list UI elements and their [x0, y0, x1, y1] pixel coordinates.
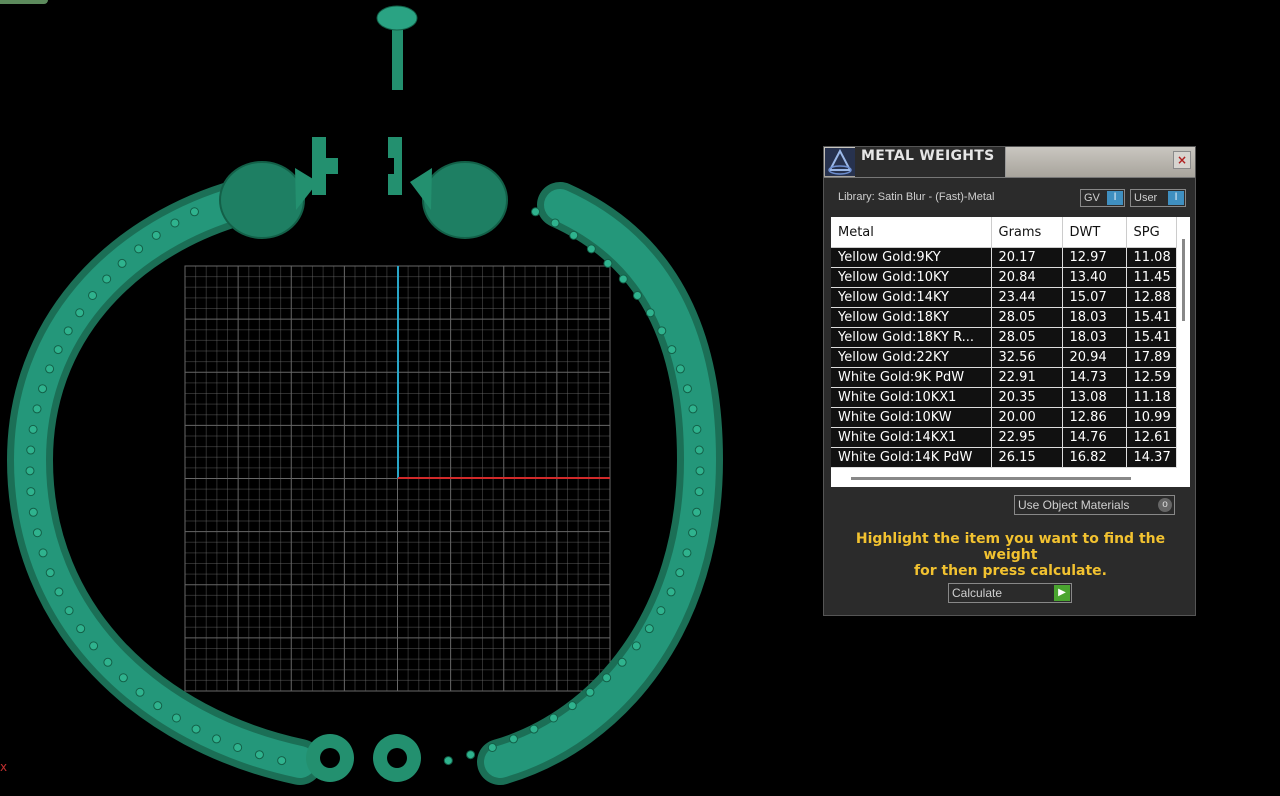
cell-spg: 11.18: [1126, 387, 1177, 408]
gv-toggle-indicator-icon: ǀ: [1107, 191, 1123, 205]
axis-origin-marker: x: [0, 760, 8, 774]
cell-spg: 12.88: [1126, 287, 1177, 308]
library-label: Library: Satin Blur - (Fast)-Metal: [838, 191, 995, 203]
cell-dwt: 12.86: [1062, 407, 1127, 428]
cell-spg: 14.37: [1126, 447, 1177, 468]
table-row[interactable]: White Gold:9K PdW 22.91 14.73 12.59: [831, 367, 1177, 388]
cell-metal: White Gold:9K PdW: [831, 367, 992, 388]
cell-grams: 20.35: [991, 387, 1063, 408]
cell-grams: 20.00: [991, 407, 1063, 428]
cell-metal: White Gold:14KX1: [831, 427, 992, 448]
cell-grams: 28.05: [991, 327, 1063, 348]
cell-metal: Yellow Gold:10KY: [831, 267, 992, 288]
header-grams[interactable]: Grams: [991, 217, 1063, 248]
table-row[interactable]: White Gold:10KX1 20.35 13.08 11.18: [831, 387, 1177, 408]
gv-toggle-label: GV: [1084, 192, 1100, 204]
panel-title-tab: METAL WEIGHTS: [855, 147, 1006, 177]
cell-spg: 12.61: [1126, 427, 1177, 448]
table-header-row: Metal Grams DWT SPG: [831, 217, 1177, 248]
vertical-scrollbar[interactable]: [1182, 239, 1185, 321]
table-row[interactable]: Yellow Gold:18KY 28.05 18.03 15.41: [831, 307, 1177, 328]
help-text-line-2: for then press calculate.: [913, 563, 1107, 579]
cell-metal: White Gold:14K PdW: [831, 447, 992, 468]
horizontal-scrollbar[interactable]: [851, 477, 1131, 480]
cell-grams: 20.17: [991, 247, 1063, 268]
cell-spg: 15.41: [1126, 327, 1177, 348]
help-text-line-1: Highlight the item you want to find the …: [855, 531, 1166, 563]
viewport-scene: [6, 5, 724, 785]
cell-dwt: 14.76: [1062, 427, 1127, 448]
user-toggle-indicator-icon: ǀ: [1168, 191, 1184, 205]
cell-dwt: 18.03: [1062, 327, 1127, 348]
materials-indicator-icon: o: [1158, 498, 1172, 512]
header-spg[interactable]: SPG: [1126, 217, 1177, 248]
panel-titlebar[interactable]: METAL WEIGHTS ×: [824, 147, 1195, 178]
metal-table[interactable]: Metal Grams DWT SPG Yellow Gold:9KY 20.17…: [831, 217, 1190, 487]
close-icon[interactable]: ×: [1173, 151, 1191, 169]
table-row[interactable]: White Gold:14KX1 22.95 14.76 12.61: [831, 427, 1177, 448]
cell-grams: 20.84: [991, 267, 1063, 288]
cell-metal: Yellow Gold:18KY: [831, 307, 992, 328]
cell-spg: 10.99: [1126, 407, 1177, 428]
header-metal[interactable]: Metal: [831, 217, 992, 248]
cell-dwt: 13.08: [1062, 387, 1127, 408]
cell-dwt: 20.94: [1062, 347, 1127, 368]
use-object-materials-button[interactable]: Use Object Materials o: [1014, 495, 1175, 515]
cell-metal: White Gold:10KX1: [831, 387, 992, 408]
cell-dwt: 14.73: [1062, 367, 1127, 388]
cell-metal: Yellow Gold:18KY R...: [831, 327, 992, 348]
help-text: Highlight the item you want to find the …: [838, 531, 1183, 579]
use-object-materials-label: Use Object Materials: [1018, 498, 1130, 512]
cell-metal: Yellow Gold:14KY: [831, 287, 992, 308]
metal-weights-panel: METAL WEIGHTS × Library: Satin Blur - (F…: [823, 146, 1196, 616]
play-icon: ▶: [1054, 585, 1070, 601]
cell-dwt: 18.03: [1062, 307, 1127, 328]
cell-spg: 15.41: [1126, 307, 1177, 328]
cell-spg: 11.45: [1126, 267, 1177, 288]
table-row[interactable]: Yellow Gold:14KY 23.44 15.07 12.88: [831, 287, 1177, 308]
panel-title: METAL WEIGHTS: [861, 148, 995, 164]
cell-dwt: 15.07: [1062, 287, 1127, 308]
cell-metal: White Gold:10KW: [831, 407, 992, 428]
cell-metal: Yellow Gold:9KY: [831, 247, 992, 268]
cell-spg: 11.08: [1126, 247, 1177, 268]
table-row[interactable]: White Gold:10KW 20.00 12.86 10.99: [831, 407, 1177, 428]
header-dwt[interactable]: DWT: [1062, 217, 1127, 248]
cell-dwt: 16.82: [1062, 447, 1127, 468]
cell-grams: 28.05: [991, 307, 1063, 328]
cell-grams: 26.15: [991, 447, 1063, 468]
user-toggle[interactable]: User ǀ: [1130, 189, 1186, 207]
cell-grams: 22.91: [991, 367, 1063, 388]
cell-metal: Yellow Gold:22KY: [831, 347, 992, 368]
cell-spg: 17.89: [1126, 347, 1177, 368]
table-row[interactable]: Yellow Gold:10KY 20.84 13.40 11.45: [831, 267, 1177, 288]
cell-grams: 23.44: [991, 287, 1063, 308]
cell-grams: 32.56: [991, 347, 1063, 368]
cell-dwt: 13.40: [1062, 267, 1127, 288]
table-row[interactable]: Yellow Gold:22KY 32.56 20.94 17.89: [831, 347, 1177, 368]
user-toggle-label: User: [1134, 192, 1158, 204]
calculate-label: Calculate: [952, 586, 1003, 600]
calculate-button[interactable]: Calculate ▶: [948, 583, 1072, 603]
cell-dwt: 12.97: [1062, 247, 1127, 268]
table-row[interactable]: Yellow Gold:9KY 20.17 12.97 11.08: [831, 247, 1177, 268]
metal-weights-icon: [825, 148, 855, 176]
cell-grams: 22.95: [991, 427, 1063, 448]
table-row[interactable]: White Gold:14K PdW 26.15 16.82 14.37: [831, 447, 1177, 468]
cell-spg: 12.59: [1126, 367, 1177, 388]
table-row[interactable]: Yellow Gold:18KY R... 28.05 18.03 15.41: [831, 327, 1177, 348]
gv-toggle[interactable]: GV ǀ: [1080, 189, 1125, 207]
